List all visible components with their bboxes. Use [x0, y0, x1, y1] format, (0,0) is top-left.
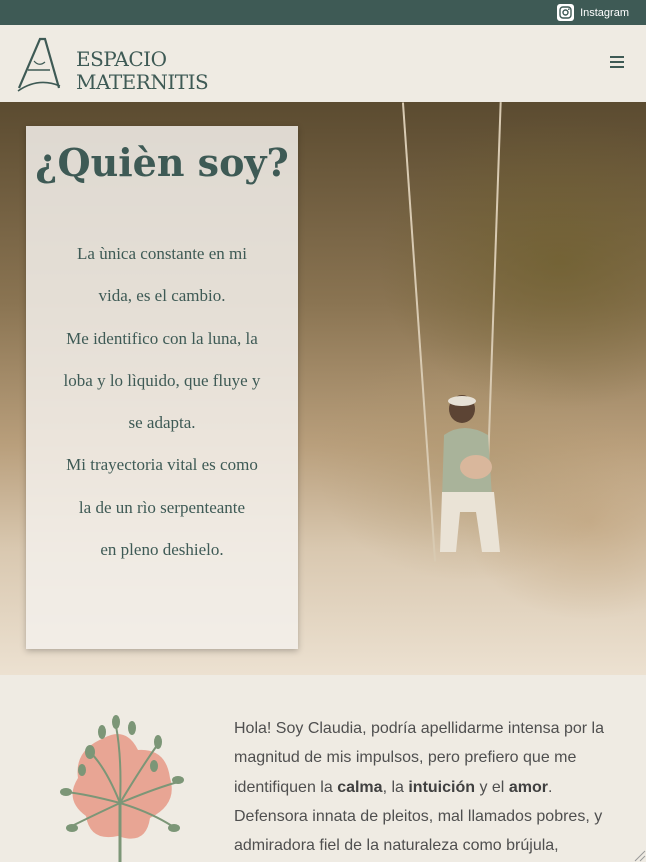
logo-line-1: ESPACIO [76, 47, 167, 71]
quote-line: La ùnica constante en mi [77, 244, 247, 263]
quote-line: se adapta. [128, 413, 196, 433]
hero-photo-person [440, 395, 500, 552]
flower-illustration-icon [60, 715, 184, 862]
instagram-label: Instagram [580, 6, 629, 19]
quote-line: Mi trayectoria vital es como [66, 455, 258, 475]
about-text: , la [382, 778, 409, 796]
quote-line: loba y lo lìquido, que fluye y [63, 370, 261, 390]
quote-line: la de un rìo serpenteante [78, 497, 246, 517]
quote-line: vida, es el cambio. [98, 286, 226, 306]
emphasis-calma: calma [337, 778, 383, 796]
logo-text: ESPACIO MATERNITIS [76, 47, 209, 94]
page-title: ¿Quièn soy? [35, 140, 289, 185]
logo-mark-icon [17, 37, 61, 92]
hero-section: ¿Quièn soy? La ùnica constante en mi vid… [0, 102, 646, 675]
site-header: ESPACIO MATERNITIS [0, 25, 646, 102]
about-section: Hola! Soy Claudia, podría apellidarme in… [0, 675, 646, 862]
emphasis-intuicion: intuición [408, 778, 476, 796]
quote-text: La ùnica constante en mi vida, es el cam… [46, 233, 278, 571]
about-text: y el [475, 778, 509, 796]
top-bar: Instagram [0, 0, 646, 25]
logo-line-2: MATERNITIS [76, 70, 209, 94]
instagram-link[interactable]: Instagram [557, 4, 629, 21]
site-logo[interactable]: ESPACIO MATERNITIS [16, 35, 216, 94]
quote-line: en pleno deshielo. [100, 540, 224, 560]
about-paragraph: Hola! Soy Claudia, podría apellidarme in… [234, 714, 614, 860]
hamburger-menu-icon[interactable] [610, 56, 624, 68]
quote-line: Me identifico con la luna, la [66, 328, 258, 348]
quote-card: ¿Quièn soy? La ùnica constante en mi vid… [26, 126, 298, 649]
instagram-icon [557, 4, 575, 21]
emphasis-amor: amor [508, 778, 548, 796]
resize-handle-icon[interactable] [632, 848, 646, 862]
